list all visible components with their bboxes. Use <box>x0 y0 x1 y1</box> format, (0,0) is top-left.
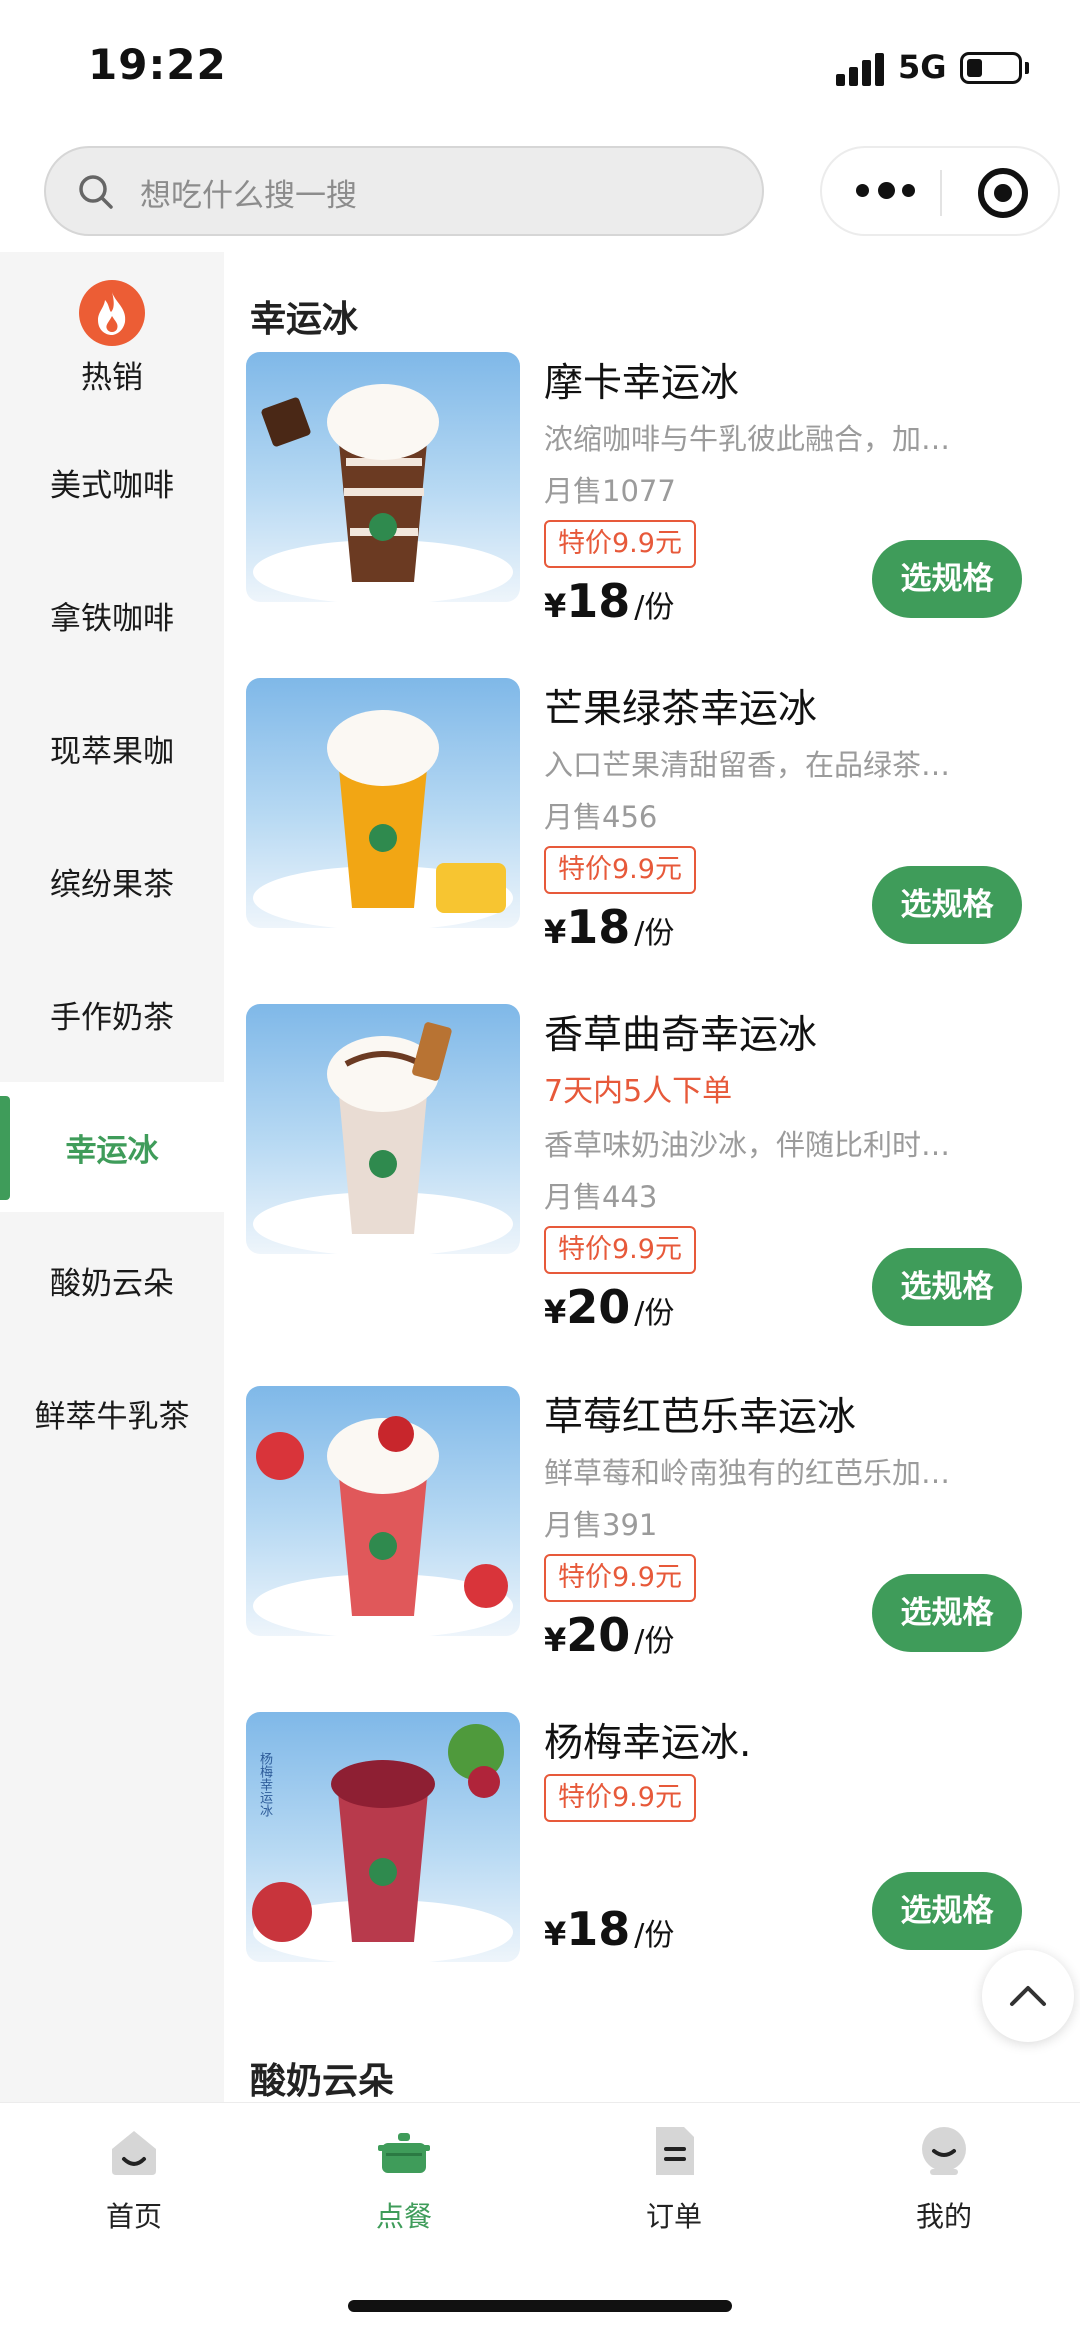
section-title: 幸运冰 <box>250 299 359 340</box>
close-target-icon[interactable] <box>978 168 1028 218</box>
category-sidebar: 热销 美式咖啡 拿铁咖啡 现萃果咖 缤纷果茶 手作奶茶 幸运冰 酸奶云朵 鲜萃牛… <box>0 252 224 2102</box>
tab-label: 点餐 <box>375 2200 432 2233</box>
product-sales: 月售1077 <box>544 474 676 508</box>
sidebar-item-lucky-ice[interactable]: 幸运冰 <box>0 1082 224 1212</box>
tab-label: 订单 <box>645 2200 702 2233</box>
tab-label: 首页 <box>105 2200 162 2233</box>
product-list: 幸运冰 摩卡幸运冰 浓缩咖啡与牛乳彼此融合，加… 月售1077 特价9.9元 ¥… <box>224 252 1080 2102</box>
status-time: 19:22 <box>88 40 227 89</box>
back-to-top-button[interactable] <box>982 1950 1074 2042</box>
network-label: 5G <box>898 48 947 86</box>
search-icon <box>79 175 113 209</box>
vanilla-drink-image <box>246 1004 520 1254</box>
sidebar-item-latte[interactable]: 拿铁咖啡 <box>0 550 224 680</box>
pot-icon <box>378 2133 430 2173</box>
chevron-up-icon <box>1010 1986 1046 2006</box>
product-price: ¥20/份 <box>544 1608 675 1662</box>
image-vertical-text: 杨梅幸运冰 <box>257 1752 272 1817</box>
profile-icon <box>922 2127 966 2175</box>
sidebar-item-milk-tea-fresh[interactable]: 鲜萃牛乳茶 <box>0 1348 224 1478</box>
sidebar-item-label: 幸运冰 <box>65 1132 159 1169</box>
select-spec-button[interactable]: 选规格 <box>872 1872 1022 1950</box>
signal-icon <box>836 52 886 86</box>
tab-order-food[interactable]: 点餐 <box>314 2123 494 2243</box>
strawberry-drink-image <box>246 1386 520 1636</box>
promo-badge: 特价9.9元 <box>544 846 696 894</box>
promo-badge: 特价9.9元 <box>544 1554 696 1602</box>
product-price: ¥18/份 <box>544 574 675 628</box>
product-price: ¥18/份 <box>544 900 675 954</box>
product-desc: 浓缩咖啡与牛乳彼此融合，加… <box>544 422 951 456</box>
product-name: 香草曲奇幸运冰 <box>544 1013 818 1058</box>
sidebar-item-label: 美式咖啡 <box>50 467 174 504</box>
select-spec-button[interactable]: 选规格 <box>872 1248 1022 1326</box>
mocha-drink-image <box>246 352 520 602</box>
sidebar-item-yogurt[interactable]: 酸奶云朵 <box>0 1215 224 1345</box>
sidebar-item-fruit-tea[interactable]: 缤纷果茶 <box>0 816 224 946</box>
sidebar-item-hot[interactable]: 热销 <box>0 252 224 412</box>
more-icon[interactable] <box>856 182 916 202</box>
product-sales: 月售456 <box>544 800 658 834</box>
sidebar-item-label: 鲜萃牛乳茶 <box>34 1398 190 1435</box>
sidebar-item-label: 缤纷果茶 <box>50 866 174 903</box>
order-icon <box>656 2127 694 2175</box>
product-price: ¥18/份 <box>544 1902 675 1956</box>
status-bar: 19:22 5G <box>0 0 1080 135</box>
sidebar-item-label: 现萃果咖 <box>50 733 174 770</box>
tab-profile[interactable]: 我的 <box>854 2123 1034 2243</box>
product-desc: 入口芒果清甜留香，在品绿茶… <box>544 748 951 782</box>
promo-badge: 特价9.9元 <box>544 1774 696 1822</box>
section-title: 酸奶云朵 <box>250 2061 395 2102</box>
product-sales: 月售443 <box>544 1180 658 1214</box>
product-sales: 月售391 <box>544 1508 658 1542</box>
select-spec-button[interactable]: 选规格 <box>872 1574 1022 1652</box>
product-desc: 鲜草莓和岭南独有的红芭乐加… <box>544 1456 951 1490</box>
sidebar-item-milk-tea[interactable]: 手作奶茶 <box>0 949 224 1079</box>
product-name: 摩卡幸运冰 <box>544 361 740 406</box>
hot-tag: 7天内5人下单 <box>544 1074 733 1109</box>
promo-badge: 特价9.9元 <box>544 520 696 568</box>
search-placeholder: 想吃什么搜一搜 <box>140 178 357 214</box>
sidebar-item-label: 拿铁咖啡 <box>50 600 174 637</box>
select-spec-button[interactable]: 选规格 <box>872 866 1022 944</box>
battery-icon <box>960 52 1022 84</box>
sidebar-item-label: 酸奶云朵 <box>50 1265 174 1302</box>
sidebar-item-label: 手作奶茶 <box>50 999 174 1036</box>
product-name: 草莓红芭乐幸运冰 <box>544 1395 857 1440</box>
home-icon <box>112 2131 156 2175</box>
tab-label: 我的 <box>915 2200 972 2233</box>
flame-icon <box>79 280 145 346</box>
mango-drink-image <box>246 678 520 928</box>
mini-program-capsule <box>820 146 1060 236</box>
home-indicator <box>348 2300 732 2312</box>
product-name: 杨梅幸运冰. <box>544 1721 752 1766</box>
bayberry-drink-image: 杨梅幸运冰 <box>246 1712 520 1962</box>
sidebar-item-fruit-coffee[interactable]: 现萃果咖 <box>0 683 224 813</box>
tab-home[interactable]: 首页 <box>44 2123 224 2243</box>
product-desc: 香草味奶油沙冰，伴随比利时… <box>544 1128 951 1162</box>
select-spec-button[interactable]: 选规格 <box>872 540 1022 618</box>
product-price: ¥20/份 <box>544 1280 675 1334</box>
sidebar-item-americano[interactable]: 美式咖啡 <box>0 417 224 547</box>
sidebar-item-label: 热销 <box>81 360 143 396</box>
promo-badge: 特价9.9元 <box>544 1226 696 1274</box>
tab-orders[interactable]: 订单 <box>584 2123 764 2243</box>
product-name: 芒果绿茶幸运冰 <box>544 687 818 732</box>
search-input[interactable]: 想吃什么搜一搜 <box>44 146 764 236</box>
